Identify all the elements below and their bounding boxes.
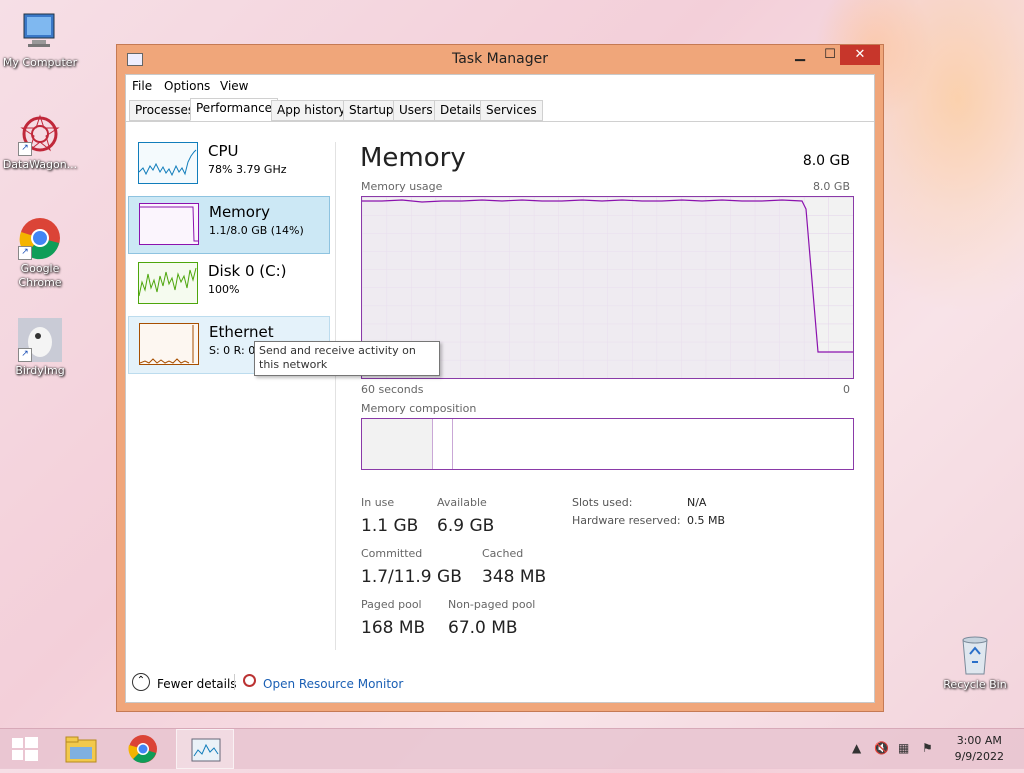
- non-paged-pool-label: Non-paged pool: [448, 598, 536, 611]
- minimize-button[interactable]: ▁: [785, 45, 815, 65]
- resource-title: Memory: [360, 143, 466, 173]
- resource-subtext: 78% 3.79 GHz: [208, 163, 287, 176]
- memory-composition-bar: [361, 418, 854, 470]
- committed-value: 1.7/11.9 GB: [361, 567, 462, 587]
- network-tooltip: Send and receive activity on this networ…: [254, 341, 440, 376]
- taskbar-file-explorer[interactable]: [52, 729, 110, 769]
- title-bar[interactable]: Task Manager ▁ ☐ ✕: [117, 45, 883, 73]
- network-icon[interactable]: ▦: [898, 741, 909, 755]
- ethernet-thumbnail-graph: [139, 323, 199, 365]
- memory-composition-label: Memory composition: [361, 402, 477, 415]
- desktop-icon-label: My Computer: [2, 56, 78, 69]
- tab-users[interactable]: Users: [393, 100, 439, 121]
- resource-item-cpu[interactable]: CPU 78% 3.79 GHz: [128, 136, 330, 194]
- tab-app-history[interactable]: App history: [271, 100, 352, 121]
- tab-startup[interactable]: Startup: [343, 100, 400, 121]
- paged-pool-label: Paged pool: [361, 598, 422, 611]
- hardware-reserved-label: Hardware reserved:: [572, 514, 681, 527]
- resource-name: Disk 0 (C:): [208, 262, 287, 280]
- composition-in-use: [362, 419, 433, 469]
- in-use-value: 1.1 GB: [361, 516, 419, 536]
- windows-logo-icon: [12, 737, 38, 761]
- slots-used-label: Slots used:: [572, 496, 633, 509]
- tab-services[interactable]: Services: [480, 100, 543, 121]
- resource-subtext: 1.1/8.0 GB (14%): [209, 224, 304, 237]
- cached-value: 348 MB: [482, 567, 547, 587]
- desktop-icon-my-computer[interactable]: My Computer: [0, 10, 80, 70]
- shortcut-arrow-icon: ↗: [18, 246, 32, 260]
- available-label: Available: [437, 496, 487, 509]
- taskbar-chrome[interactable]: [114, 729, 172, 769]
- fewer-details-button[interactable]: Fewer details: [157, 677, 237, 691]
- slots-used-value: N/A: [687, 496, 707, 509]
- show-hidden-icons-button[interactable]: ▲: [852, 741, 861, 755]
- window-client: File Options View Processes Performance …: [125, 74, 875, 703]
- memory-thumbnail-graph: [139, 203, 199, 245]
- speaker-muted-icon[interactable]: 🔇: [874, 741, 889, 755]
- resource-item-disk[interactable]: Disk 0 (C:) 100%: [128, 256, 330, 314]
- committed-label: Committed: [361, 547, 423, 560]
- chevron-up-icon[interactable]: ⌃: [132, 673, 150, 691]
- footer-divider: [234, 674, 235, 690]
- hardware-reserved-value: 0.5 MB: [687, 514, 726, 527]
- shortcut-arrow-icon: ↗: [18, 142, 32, 156]
- clock-time: 3:00 AM: [956, 734, 1002, 747]
- desktop-icon-label: Google Chrome: [18, 262, 62, 289]
- taskbar-task-manager[interactable]: [176, 729, 234, 769]
- system-clock[interactable]: 3:00 AM 9/9/2022: [955, 733, 1004, 765]
- graph-axis-right: 0: [843, 383, 850, 396]
- memory-total: 8.0 GB: [802, 153, 850, 169]
- window-title: Task Manager: [451, 51, 549, 67]
- pane-divider[interactable]: [335, 142, 336, 650]
- non-paged-pool-value: 67.0 MB: [448, 618, 518, 638]
- resource-name: Memory: [209, 203, 271, 221]
- computer-icon: [18, 10, 62, 54]
- tab-performance[interactable]: Performance: [190, 98, 279, 121]
- memory-usage-max: 8.0 GB: [812, 180, 850, 193]
- menu-bar: File Options View: [126, 75, 874, 97]
- resource-name: CPU: [208, 142, 239, 160]
- menu-file[interactable]: File: [132, 79, 152, 93]
- cpu-thumbnail-graph: [138, 142, 198, 184]
- close-button[interactable]: ✕: [840, 45, 880, 65]
- disk-thumbnail-graph: [138, 262, 198, 304]
- taskbar: ▲ 🔇 ▦ ⚑ 3:00 AM 9/9/2022: [0, 728, 1024, 769]
- resource-subtext: 100%: [208, 283, 240, 296]
- composition-modified: [432, 419, 453, 469]
- graph-axis-left: 60 seconds: [361, 383, 424, 396]
- image-file-icon: ↗: [18, 318, 62, 362]
- menu-options[interactable]: Options: [164, 79, 210, 93]
- open-resource-monitor-link[interactable]: Open Resource Monitor: [263, 677, 403, 691]
- desktop-icon-datawagon[interactable]: ↗ DataWagon...: [0, 112, 80, 172]
- task-manager-window: Task Manager ▁ ☐ ✕ File Options View Pro…: [116, 44, 884, 712]
- resource-subtext: S: 0 R: 0: [209, 344, 256, 357]
- datawagon-icon: ↗: [18, 112, 62, 156]
- recycle-bin-icon: [953, 632, 997, 676]
- desktop-icon-birdyimg[interactable]: ↗ BirdyImg: [0, 318, 80, 378]
- clock-date: 9/9/2022: [954, 750, 1004, 763]
- available-value: 6.9 GB: [437, 516, 495, 536]
- menu-view[interactable]: View: [220, 79, 248, 93]
- desktop-icon-label: Recycle Bin: [943, 678, 1007, 691]
- resource-monitor-icon: [243, 674, 256, 687]
- task-manager-icon: [191, 738, 221, 762]
- desktop-icon-label: BirdyImg: [15, 364, 65, 377]
- resource-name: Ethernet: [209, 323, 274, 341]
- memory-usage-label: Memory usage: [361, 180, 443, 193]
- chrome-icon: [128, 735, 157, 763]
- desktop-icon-google-chrome[interactable]: ↗ Google Chrome: [0, 216, 80, 290]
- performance-pane: CPU 78% 3.79 GHz Memory 1.1/8.0 GB (14%)…: [126, 121, 874, 702]
- resource-item-memory[interactable]: Memory 1.1/8.0 GB (14%): [128, 196, 330, 254]
- chrome-icon: ↗: [18, 216, 62, 260]
- desktop-icon-label: DataWagon...: [2, 158, 78, 171]
- action-center-icon[interactable]: ⚑: [922, 741, 933, 755]
- cached-label: Cached: [482, 547, 524, 560]
- folder-icon: [65, 736, 97, 763]
- start-button[interactable]: [0, 729, 58, 769]
- paged-pool-value: 168 MB: [361, 618, 426, 638]
- in-use-label: In use: [361, 496, 395, 509]
- desktop-icon-recycle-bin[interactable]: Recycle Bin: [935, 632, 1015, 692]
- shortcut-arrow-icon: ↗: [18, 348, 32, 362]
